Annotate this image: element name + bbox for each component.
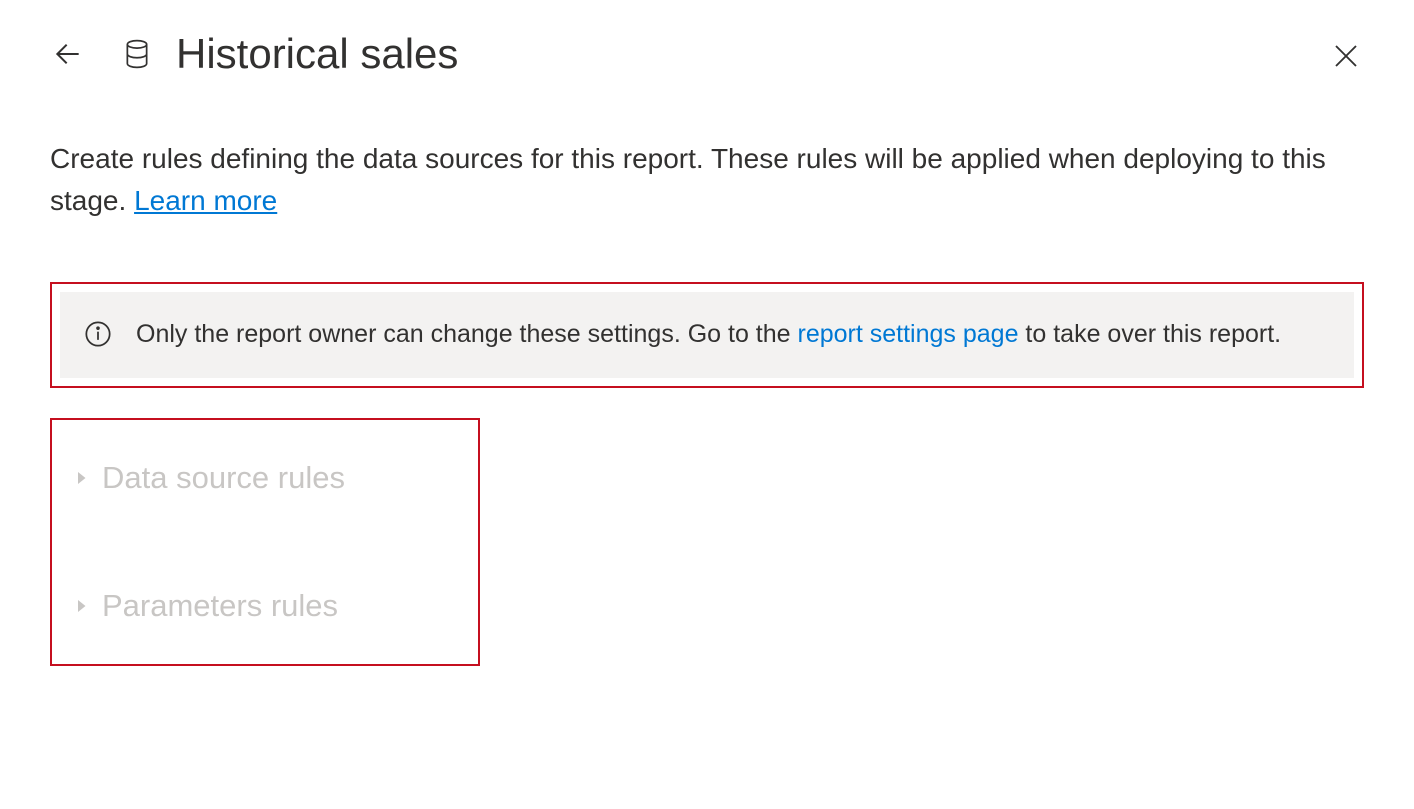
info-text-after: to take over this report. <box>1018 320 1281 348</box>
arrow-left-icon <box>52 38 84 70</box>
rules-sections-highlight: Data source rules Parameters rules <box>50 418 480 666</box>
parameters-rules-section: Parameters rules <box>72 572 458 640</box>
learn-more-link[interactable]: Learn more <box>134 185 277 216</box>
chevron-right-icon <box>72 469 90 487</box>
close-icon <box>1331 41 1361 71</box>
dataset-icon <box>122 39 152 69</box>
info-icon <box>84 320 112 348</box>
chevron-right-icon <box>72 597 90 615</box>
info-text: Only the report owner can change these s… <box>136 316 1281 354</box>
info-text-before: Only the report owner can change these s… <box>136 320 798 348</box>
data-source-rules-section: Data source rules <box>72 444 458 512</box>
info-banner-highlight: Only the report owner can change these s… <box>50 282 1364 388</box>
report-settings-link[interactable]: report settings page <box>798 320 1019 348</box>
page-header: Historical sales <box>50 30 1364 78</box>
page-title: Historical sales <box>176 30 458 78</box>
info-banner: Only the report owner can change these s… <box>60 292 1354 378</box>
close-button[interactable] <box>1328 38 1364 74</box>
data-source-rules-label: Data source rules <box>102 460 345 496</box>
back-button[interactable] <box>50 36 86 72</box>
parameters-rules-label: Parameters rules <box>102 588 338 624</box>
description-text: Create rules defining the data sources f… <box>50 138 1350 222</box>
